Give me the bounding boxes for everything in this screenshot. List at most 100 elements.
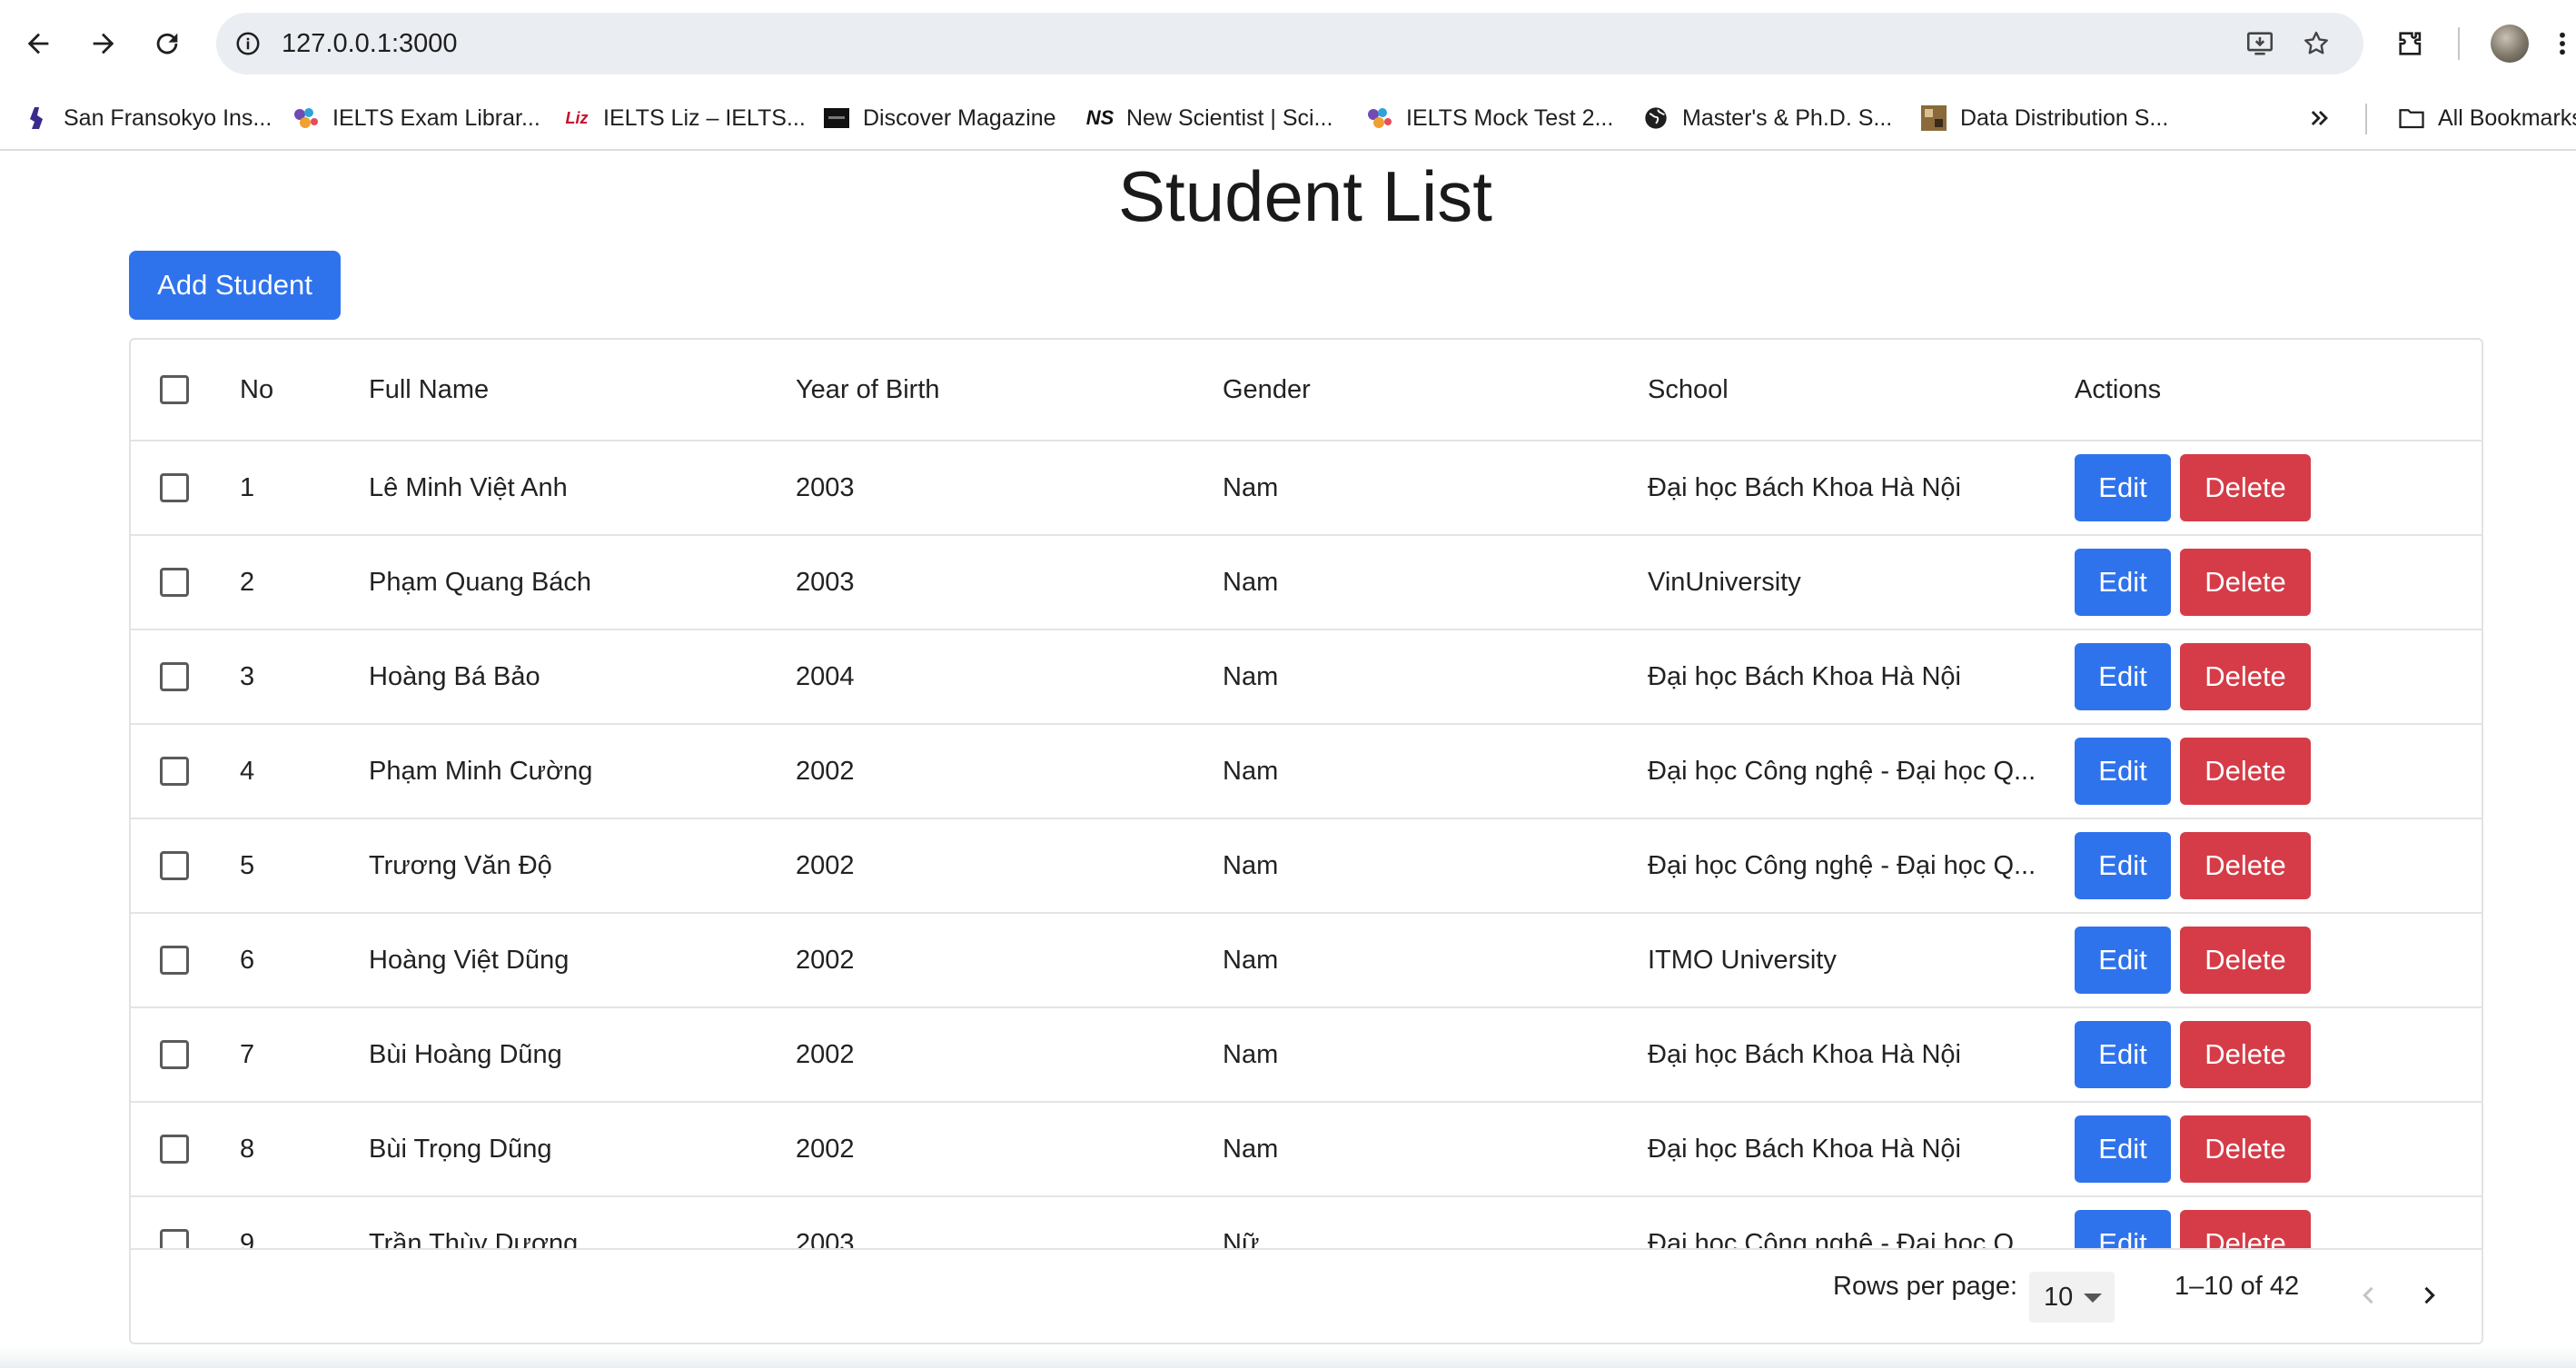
- forward-arrow-icon[interactable]: [80, 20, 127, 67]
- bookmark-ielts-icon: [1366, 104, 1393, 132]
- bookmark-item[interactable]: Discover Magazine: [823, 87, 1056, 149]
- cell-full-name: Trương Văn Độ: [369, 850, 552, 880]
- table-row: 1 Lê Minh Việt Anh 2003 Nam Đại học Bách Kho…: [131, 441, 2482, 536]
- bookmark-item[interactable]: IELTS Exam Librar...: [292, 87, 540, 149]
- edit-button[interactable]: Edit: [2075, 1115, 2171, 1183]
- browser-toolbar: 127.0.0.1:3000: [0, 0, 2576, 87]
- add-student-button[interactable]: Add Student: [129, 251, 341, 320]
- row-checkbox[interactable]: [160, 662, 189, 691]
- edit-button[interactable]: Edit: [2075, 738, 2171, 805]
- page-title: Student List: [1118, 156, 1492, 236]
- bookmark-ielts-icon: [292, 104, 320, 132]
- cell-full-name: Hoàng Bá Bảo: [369, 661, 540, 691]
- cell-gender: Nam: [1223, 850, 1279, 880]
- next-page-chevron-icon[interactable]: [2409, 1275, 2449, 1315]
- row-select-cell: [160, 819, 189, 912]
- profile-avatar[interactable]: [2491, 25, 2529, 63]
- header-actions: Actions: [2075, 374, 2162, 404]
- cell-full-name: Trần Thùy Dương: [369, 1228, 579, 1249]
- header-gender[interactable]: Gender: [1223, 340, 1311, 440]
- cell-year-of-birth: 2003: [796, 567, 855, 597]
- row-checkbox[interactable]: [160, 1040, 189, 1069]
- bookmark-label: IELTS Liz – IELTS...: [603, 104, 806, 131]
- table-header-row: No Full Name Year of Birth Gender School…: [131, 340, 2482, 441]
- table-row: 2 Phạm Quang Bách 2003 Nam VinUniversity Edit…: [131, 536, 2482, 630]
- row-select-cell: [160, 536, 189, 629]
- extensions-puzzle-icon[interactable]: [2387, 20, 2434, 67]
- bookmark-label: San Fransokyo Ins...: [64, 104, 272, 131]
- rows-per-page-select[interactable]: 10: [2029, 1272, 2115, 1323]
- kebab-menu-icon[interactable]: [2549, 20, 2576, 67]
- delete-button[interactable]: Delete: [2180, 1021, 2311, 1088]
- delete-button[interactable]: Delete: [2180, 738, 2311, 805]
- back-arrow-icon[interactable]: [15, 20, 62, 67]
- row-checkbox[interactable]: [160, 851, 189, 880]
- site-info-icon[interactable]: [229, 25, 267, 63]
- bookmark-item[interactable]: San Fransokyo Ins...: [24, 87, 272, 149]
- edit-button[interactable]: Edit: [2075, 832, 2171, 899]
- row-select-cell: [160, 630, 189, 723]
- bookmark-star-icon[interactable]: [2296, 24, 2336, 64]
- delete-button[interactable]: Delete: [2180, 832, 2311, 899]
- delete-button[interactable]: Delete: [2180, 1210, 2311, 1248]
- cell-gender: Nam: [1223, 472, 1279, 502]
- table-row: 9 Trần Thùy Dương 2003 Nữ Đại học Công nghệ …: [131, 1197, 2482, 1248]
- row-checkbox[interactable]: [160, 473, 189, 502]
- row-select-cell: [160, 441, 189, 534]
- row-checkbox[interactable]: [160, 1229, 189, 1248]
- row-checkbox[interactable]: [160, 757, 189, 786]
- row-checkbox[interactable]: [160, 946, 189, 975]
- rows-per-page-value: 10: [2044, 1282, 2074, 1312]
- header-no[interactable]: No: [240, 340, 273, 440]
- bookmark-label: IELTS Mock Test 2...: [1406, 104, 1614, 131]
- table-row: 3 Hoàng Bá Bảo 2004 Nam Đại học Bách Khoa Hà…: [131, 630, 2482, 725]
- delete-button[interactable]: Delete: [2180, 454, 2311, 521]
- header-full-name[interactable]: Full Name: [369, 340, 489, 440]
- install-app-icon[interactable]: [2240, 24, 2280, 64]
- delete-button[interactable]: Delete: [2180, 643, 2311, 710]
- table-scroll-area[interactable]: No Full Name Year of Birth Gender School…: [131, 340, 2482, 1248]
- bookmark-item[interactable]: Liz IELTS Liz – IELTS...: [563, 87, 806, 149]
- edit-button[interactable]: Edit: [2075, 643, 2171, 710]
- cell-gender: Nam: [1223, 1134, 1279, 1164]
- address-bar[interactable]: 127.0.0.1:3000: [216, 13, 2363, 74]
- delete-button[interactable]: Delete: [2180, 1115, 2311, 1183]
- edit-button[interactable]: Edit: [2075, 549, 2171, 616]
- bookmark-item[interactable]: IELTS Mock Test 2...: [1366, 87, 1613, 149]
- row-select-cell: [160, 1103, 189, 1195]
- delete-button[interactable]: Delete: [2180, 549, 2311, 616]
- bookmark-item[interactable]: NS New Scientist | Sci...: [1086, 87, 1333, 149]
- delete-button[interactable]: Delete: [2180, 927, 2311, 994]
- cell-full-name: Bùi Trọng Dũng: [369, 1134, 552, 1164]
- edit-button[interactable]: Edit: [2075, 1021, 2171, 1088]
- header-school[interactable]: School: [1648, 340, 1729, 440]
- student-table: No Full Name Year of Birth Gender School…: [129, 338, 2483, 1344]
- bookmark-item[interactable]: Data Distribution S...: [1920, 87, 2168, 149]
- select-all-checkbox[interactable]: [160, 375, 189, 404]
- cell-full-name: Bùi Hoàng Dũng: [369, 1039, 562, 1069]
- all-bookmarks-item[interactable]: All Bookmarks: [2398, 87, 2576, 149]
- url-text[interactable]: 127.0.0.1:3000: [282, 13, 458, 74]
- cell-school: Đại học Bách Khoa Hà Nội: [1648, 661, 1961, 691]
- select-all-cell: [160, 340, 189, 440]
- table-pagination: Rows per page: 10 1–10 of 42: [131, 1248, 2482, 1343]
- bookmark-discover-icon: [823, 104, 850, 132]
- reload-icon[interactable]: [144, 20, 191, 67]
- edit-button[interactable]: Edit: [2075, 1210, 2171, 1248]
- bookmark-item[interactable]: Master's & Ph.D. S...: [1642, 87, 1892, 149]
- more-bookmarks-chevron-icon[interactable]: [2307, 87, 2333, 149]
- edit-button[interactable]: Edit: [2075, 927, 2171, 994]
- cell-school: Đại học Bách Khoa Hà Nội: [1648, 1134, 1961, 1164]
- bookmarks-divider: [2365, 104, 2367, 134]
- cell-school: Đại học Công nghệ - Đại học Q...: [1648, 756, 2036, 786]
- row-checkbox[interactable]: [160, 568, 189, 597]
- table-row: 8 Bùi Trọng Dũng 2002 Nam Đại học Bách Khoa …: [131, 1103, 2482, 1197]
- cell-gender: Nam: [1223, 756, 1279, 786]
- row-checkbox[interactable]: [160, 1135, 189, 1164]
- rows-per-page-label: Rows per page:: [1833, 1272, 2018, 1301]
- edit-button[interactable]: Edit: [2075, 454, 2171, 521]
- bookmarks-bar: San Fransokyo Ins... IELTS Exam Librar..…: [0, 87, 2576, 151]
- previous-page-chevron-icon[interactable]: [2349, 1275, 2389, 1315]
- header-year-of-birth[interactable]: Year of Birth: [796, 340, 940, 440]
- cell-no: 5: [240, 850, 255, 880]
